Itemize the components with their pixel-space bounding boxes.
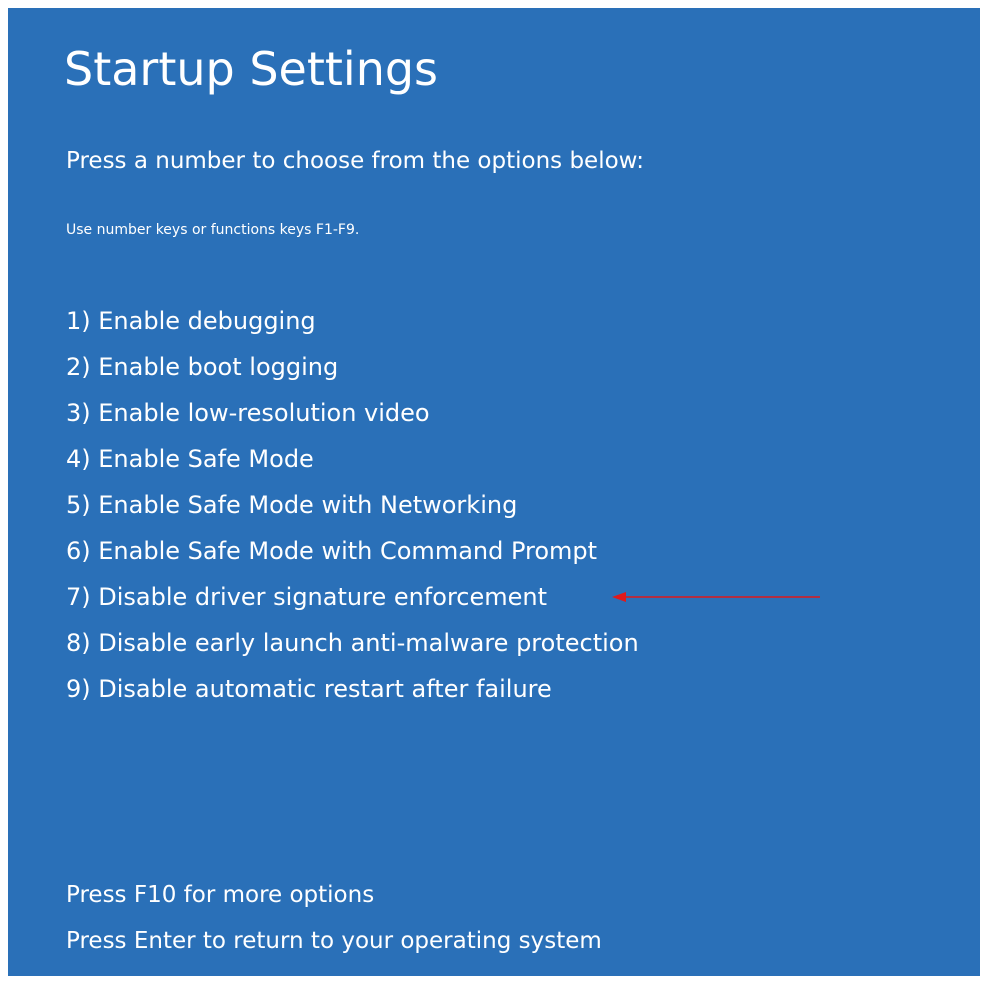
- option-disable-driver-signature-enforcement[interactable]: 7) Disable driver signature enforcement: [66, 577, 639, 623]
- left-arrow-icon: [612, 592, 820, 602]
- option-enable-debugging[interactable]: 1) Enable debugging: [66, 301, 639, 347]
- option-enable-safe-mode-networking[interactable]: 5) Enable Safe Mode with Networking: [66, 485, 639, 531]
- option-enable-low-resolution-video[interactable]: 3) Enable low-resolution video: [66, 393, 639, 439]
- startup-options-list: 1) Enable debugging 2) Enable boot loggi…: [66, 301, 639, 715]
- option-disable-automatic-restart[interactable]: 9) Disable automatic restart after failu…: [66, 669, 639, 715]
- option-enable-safe-mode-command-prompt[interactable]: 6) Enable Safe Mode with Command Prompt: [66, 531, 639, 577]
- startup-settings-screen: Startup Settings Press a number to choos…: [8, 8, 980, 976]
- instructions-text: Press a number to choose from the option…: [66, 148, 644, 174]
- return-to-os-text: Press Enter to return to your operating …: [66, 928, 602, 954]
- key-hint-text: Use number keys or functions keys F1-F9.: [66, 222, 360, 238]
- option-enable-safe-mode[interactable]: 4) Enable Safe Mode: [66, 439, 639, 485]
- option-enable-boot-logging[interactable]: 2) Enable boot logging: [66, 347, 639, 393]
- more-options-text: Press F10 for more options: [66, 882, 375, 908]
- footer: Press F10 for more options Press Enter t…: [66, 872, 602, 964]
- option-disable-early-launch-anti-malware[interactable]: 8) Disable early launch anti-malware pro…: [66, 623, 639, 669]
- page-title: Startup Settings: [64, 42, 439, 96]
